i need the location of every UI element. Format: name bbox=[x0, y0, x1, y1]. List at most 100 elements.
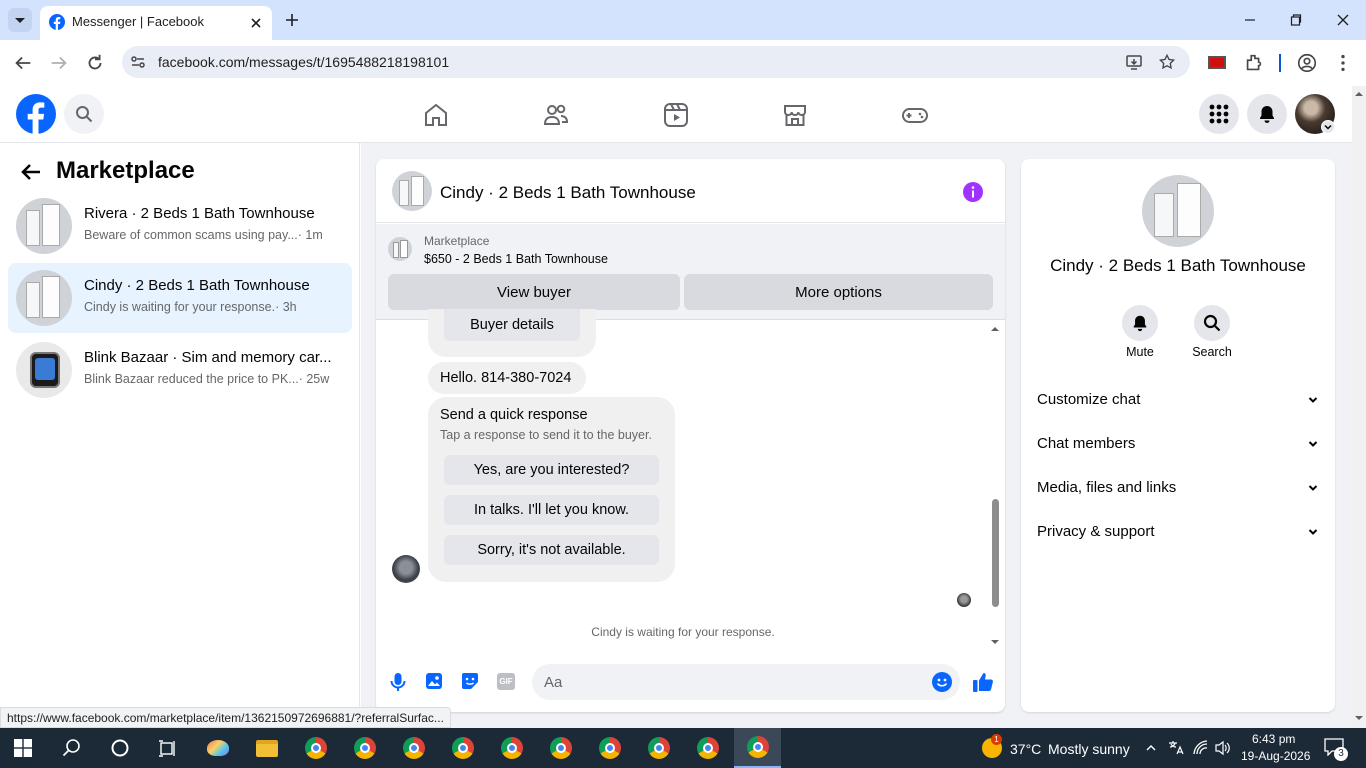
windows-start-icon[interactable] bbox=[14, 739, 32, 757]
forward-arrow-icon[interactable] bbox=[48, 52, 70, 74]
chat-scrollbar[interactable] bbox=[988, 323, 1002, 649]
conversation-item-cindy[interactable]: Cindy · 2 Beds 1 Bath Townhouse Cindy is… bbox=[8, 263, 352, 333]
grid-menu-icon bbox=[1209, 104, 1229, 124]
home-icon[interactable] bbox=[422, 101, 450, 129]
search-icon[interactable] bbox=[62, 738, 82, 758]
emoji-icon[interactable] bbox=[932, 672, 952, 692]
quick-reply-interested[interactable]: Yes, are you interested? bbox=[444, 455, 659, 485]
address-bar[interactable]: facebook.com/messages/t/1695488218198101 bbox=[122, 46, 1190, 78]
taskbar-app-chrome-2[interactable] bbox=[345, 732, 385, 764]
mute-circle[interactable] bbox=[1122, 305, 1158, 341]
task-view-icon[interactable] bbox=[158, 738, 178, 758]
minimize-icon[interactable] bbox=[1238, 8, 1262, 32]
bookmark-star-icon[interactable] bbox=[1158, 53, 1176, 71]
thumb-fridge-2 bbox=[42, 204, 60, 246]
more-options-button[interactable]: More options bbox=[684, 274, 993, 310]
wifi-icon[interactable] bbox=[1193, 740, 1209, 756]
chat-header: Cindy · 2 Beds 1 Bath Townhouse bbox=[376, 159, 1005, 223]
taskbar-app-chrome-3[interactable] bbox=[394, 732, 434, 764]
close-tab-icon[interactable] bbox=[248, 15, 264, 31]
taskbar-app-chrome-4[interactable] bbox=[443, 732, 483, 764]
listing-thumbnail bbox=[16, 342, 72, 398]
scroll-down-icon[interactable] bbox=[1355, 714, 1363, 722]
site-settings-icon[interactable] bbox=[130, 54, 146, 70]
install-app-icon[interactable] bbox=[1125, 53, 1143, 71]
view-buyer-button[interactable]: View buyer bbox=[388, 274, 680, 310]
extensions-puzzle-icon[interactable] bbox=[1243, 52, 1265, 74]
thumbs-up-icon[interactable] bbox=[972, 671, 994, 693]
chevron-down-icon bbox=[1308, 485, 1318, 491]
info-icon[interactable] bbox=[962, 181, 984, 203]
reload-icon[interactable] bbox=[84, 52, 106, 74]
message-input[interactable]: Aa bbox=[532, 664, 960, 700]
conversation-item-rivera[interactable]: Rivera · 2 Beds 1 Bath Townhouse Beware … bbox=[8, 191, 352, 261]
gif-icon[interactable]: GIF bbox=[497, 673, 515, 690]
marketplace-label: Marketplace bbox=[424, 234, 490, 248]
chat-scroll-thumb[interactable] bbox=[992, 499, 999, 607]
account-chevron[interactable] bbox=[1321, 120, 1335, 134]
conversation-item-blink-bazaar[interactable]: Blink Bazaar · Sim and memory car... Bli… bbox=[8, 335, 352, 405]
notification-center[interactable]: 3 bbox=[1324, 738, 1350, 761]
friends-icon[interactable] bbox=[542, 101, 570, 129]
listing-title[interactable]: $650 - 2 Beds 1 Bath Townhouse bbox=[424, 252, 608, 266]
section-media-files-links[interactable]: Media, files and links bbox=[1037, 468, 1319, 508]
restore-icon[interactable] bbox=[1284, 8, 1308, 32]
browser-tab-messenger[interactable]: Messenger | Facebook bbox=[40, 6, 272, 40]
profile-icon[interactable] bbox=[1296, 52, 1318, 74]
section-customize-chat[interactable]: Customize chat bbox=[1037, 380, 1319, 420]
listing-thumbnail[interactable] bbox=[388, 237, 412, 261]
quick-reply-not-available[interactable]: Sorry, it's not available. bbox=[444, 535, 659, 565]
search-circle[interactable] bbox=[1194, 305, 1230, 341]
scroll-down-icon[interactable] bbox=[991, 638, 999, 646]
language-icon[interactable] bbox=[1167, 740, 1185, 756]
weather-widget[interactable]: 1 37°C Mostly sunny bbox=[980, 734, 1140, 760]
search-button[interactable] bbox=[64, 94, 104, 134]
facebook-logo-icon[interactable] bbox=[16, 94, 56, 134]
taskbar-app-chrome-8[interactable] bbox=[639, 732, 679, 764]
taskbar-app-chrome-6[interactable] bbox=[541, 732, 581, 764]
taskbar-app-chrome-1[interactable] bbox=[296, 732, 336, 764]
page-scrollbar[interactable] bbox=[1352, 86, 1366, 728]
clock-date[interactable]: 19-Aug-2026 bbox=[1241, 749, 1310, 763]
taskbar-app-chrome-active[interactable] bbox=[734, 728, 781, 768]
back-arrow-icon[interactable] bbox=[12, 52, 34, 74]
taskbar-app-file-explorer[interactable] bbox=[247, 732, 287, 764]
quick-response-title: Send a quick response bbox=[440, 407, 588, 423]
mute-button[interactable] bbox=[1122, 305, 1158, 341]
scroll-up-icon[interactable] bbox=[991, 325, 999, 333]
clock-time[interactable]: 6:43 pm bbox=[1252, 732, 1295, 746]
menu-button[interactable] bbox=[1199, 94, 1239, 134]
volume-icon[interactable] bbox=[1214, 740, 1232, 756]
notification-count: 3 bbox=[1334, 747, 1348, 761]
extension-icon[interactable] bbox=[1208, 56, 1226, 69]
thumb-fridge bbox=[26, 210, 40, 246]
thumb-watch-screen bbox=[35, 358, 55, 380]
marketplace-icon[interactable] bbox=[781, 101, 809, 129]
section-privacy-support[interactable]: Privacy & support bbox=[1037, 512, 1319, 552]
chat-avatar[interactable] bbox=[392, 171, 432, 211]
new-tab-icon[interactable] bbox=[284, 12, 300, 28]
notifications-button[interactable] bbox=[1247, 94, 1287, 134]
taskbar-app-chrome-7[interactable] bbox=[590, 732, 630, 764]
buyer-details-button[interactable]: Buyer details bbox=[444, 309, 580, 341]
sticker-icon[interactable] bbox=[461, 672, 479, 690]
back-arrow-icon[interactable] bbox=[20, 161, 42, 183]
contact-avatar[interactable] bbox=[1142, 175, 1214, 247]
taskbar-app-paint[interactable] bbox=[198, 732, 238, 764]
gaming-icon[interactable] bbox=[901, 101, 929, 129]
menu-dots-icon[interactable] bbox=[1332, 52, 1354, 74]
scroll-up-icon[interactable] bbox=[1355, 90, 1363, 98]
taskbar-app-chrome-5[interactable] bbox=[492, 732, 532, 764]
chevron-up-icon[interactable] bbox=[1145, 742, 1157, 754]
microphone-icon[interactable] bbox=[389, 672, 407, 692]
video-icon[interactable] bbox=[662, 101, 690, 129]
section-chat-members[interactable]: Chat members bbox=[1037, 424, 1319, 464]
chat-title[interactable]: Cindy · 2 Beds 1 Bath Townhouse bbox=[440, 183, 696, 203]
taskbar-app-chrome-9[interactable] bbox=[688, 732, 728, 764]
photo-icon[interactable] bbox=[425, 672, 443, 690]
cortana-icon[interactable] bbox=[110, 738, 130, 758]
quick-reply-in-talks[interactable]: In talks. I'll let you know. bbox=[444, 495, 659, 525]
search-chat-button[interactable] bbox=[1194, 305, 1230, 341]
close-window-icon[interactable] bbox=[1331, 8, 1355, 32]
tab-search-button[interactable] bbox=[8, 8, 32, 32]
